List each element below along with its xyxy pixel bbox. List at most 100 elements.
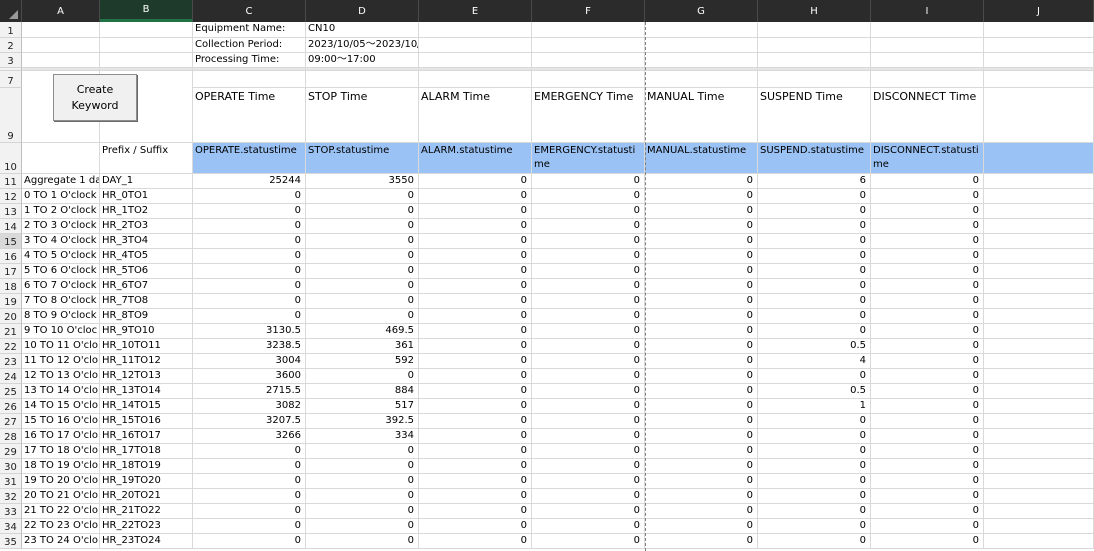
row-keyword-cell[interactable]: HR_23TO24 [100, 534, 193, 549]
row-keyword-cell[interactable]: HR_17TO18 [100, 444, 193, 459]
row-keyword-cell[interactable]: DAY_1 [100, 174, 193, 189]
row-keyword-cell[interactable]: HR_16TO17 [100, 429, 193, 444]
row-header-26[interactable]: 26 [0, 399, 22, 414]
value-cell-h[interactable]: 0.5 [758, 339, 871, 354]
value-cell-e[interactable]: 0 [419, 189, 532, 204]
value-cell-c[interactable]: 0 [193, 204, 306, 219]
header-cell-d[interactable]: STOP Time [306, 88, 419, 143]
header-cell-f[interactable]: EMERGENCY Time [532, 88, 645, 143]
value-cell-e[interactable]: 0 [419, 354, 532, 369]
keyword-cell-e[interactable]: ALARM.statustime [419, 143, 532, 174]
value-cell-h[interactable]: 0 [758, 219, 871, 234]
value-cell-i[interactable]: 0 [871, 399, 984, 414]
row-header-18[interactable]: 18 [0, 279, 22, 294]
value-cell-h[interactable]: 0 [758, 429, 871, 444]
value-cell-i[interactable]: 0 [871, 249, 984, 264]
row-keyword-cell[interactable]: HR_1TO2 [100, 204, 193, 219]
value-cell-f[interactable]: 0 [532, 399, 645, 414]
value-cell-f[interactable]: 0 [532, 534, 645, 549]
value-cell-i[interactable]: 0 [871, 534, 984, 549]
row7-cell-c[interactable] [193, 71, 306, 88]
value-cell-h[interactable]: 0 [758, 414, 871, 429]
value-cell-f[interactable]: 0 [532, 309, 645, 324]
value-cell-e[interactable]: 0 [419, 174, 532, 189]
value-cell-f[interactable]: 0 [532, 219, 645, 234]
value-cell-d[interactable]: 0 [306, 234, 419, 249]
value-cell-i[interactable]: 0 [871, 294, 984, 309]
row-label-cell[interactable]: 1 TO 2 O'clock [22, 204, 100, 219]
value-cell-i[interactable]: 0 [871, 324, 984, 339]
header-cell-h[interactable]: SUSPEND Time [758, 88, 871, 143]
row7-cell-j[interactable] [984, 71, 1094, 88]
value-cell-g[interactable]: 0 [645, 249, 758, 264]
value-cell-i[interactable]: 0 [871, 429, 984, 444]
value-cell-g[interactable]: 0 [645, 264, 758, 279]
value-cell-e[interactable]: 0 [419, 219, 532, 234]
row-1-cell-h[interactable] [758, 22, 871, 38]
row-header-3[interactable]: 3 [0, 53, 22, 68]
value-cell-d[interactable]: 3550 [306, 174, 419, 189]
value-cell-e[interactable]: 0 [419, 249, 532, 264]
keyword-cell-i[interactable]: DISCONNECT.statustime [871, 143, 984, 174]
value-cell-h[interactable]: 0 [758, 234, 871, 249]
row-label-cell[interactable]: Aggregate 1 da [22, 174, 100, 189]
value-cell-f[interactable]: 0 [532, 174, 645, 189]
value-cell-j[interactable] [984, 204, 1094, 219]
row-2-cell-e[interactable] [419, 38, 532, 53]
value-cell-j[interactable] [984, 189, 1094, 204]
row7-cell-i[interactable] [871, 71, 984, 88]
value-cell-j[interactable] [984, 354, 1094, 369]
value-cell-d[interactable]: 0 [306, 189, 419, 204]
value-cell-h[interactable]: 0 [758, 309, 871, 324]
value-cell-j[interactable] [984, 234, 1094, 249]
row-header-15[interactable]: 15 [0, 234, 22, 249]
column-header-a[interactable]: A [22, 0, 100, 22]
value-cell-c[interactable]: 0 [193, 504, 306, 519]
value-cell-g[interactable]: 0 [645, 459, 758, 474]
header-cell-j[interactable] [984, 88, 1094, 143]
row-label-cell[interactable]: 18 TO 19 O'clo [22, 459, 100, 474]
value-cell-g[interactable]: 0 [645, 219, 758, 234]
keyword-cell-c[interactable]: OPERATE.statustime [193, 143, 306, 174]
value-cell-i[interactable]: 0 [871, 519, 984, 534]
value-cell-d[interactable]: 0 [306, 444, 419, 459]
value-cell-e[interactable]: 0 [419, 459, 532, 474]
value-cell-i[interactable]: 0 [871, 369, 984, 384]
value-cell-c[interactable]: 3238.5 [193, 339, 306, 354]
value-cell-g[interactable]: 0 [645, 519, 758, 534]
value-cell-d[interactable]: 0 [306, 519, 419, 534]
value-cell-c[interactable]: 0 [193, 489, 306, 504]
value-cell-f[interactable]: 0 [532, 189, 645, 204]
value-cell-f[interactable]: 0 [532, 354, 645, 369]
row-keyword-cell[interactable]: HR_0TO1 [100, 189, 193, 204]
row-keyword-cell[interactable]: HR_19TO20 [100, 474, 193, 489]
value-cell-e[interactable]: 0 [419, 324, 532, 339]
row-2-cell-b[interactable] [100, 38, 193, 53]
value-cell-g[interactable]: 0 [645, 234, 758, 249]
row-keyword-cell[interactable]: HR_21TO22 [100, 504, 193, 519]
header-cell-i[interactable]: DISCONNECT Time [871, 88, 984, 143]
value-cell-j[interactable] [984, 309, 1094, 324]
value-cell-h[interactable]: 0 [758, 264, 871, 279]
row-header-13[interactable]: 13 [0, 204, 22, 219]
value-cell-h[interactable]: 0 [758, 204, 871, 219]
row-keyword-cell[interactable]: HR_6TO7 [100, 279, 193, 294]
row-keyword-cell[interactable]: HR_12TO13 [100, 369, 193, 384]
value-cell-j[interactable] [984, 504, 1094, 519]
row-label-cell[interactable]: 12 TO 13 O'clo [22, 369, 100, 384]
value-cell-e[interactable]: 0 [419, 429, 532, 444]
value-cell-f[interactable]: 0 [532, 459, 645, 474]
value-cell-d[interactable]: 517 [306, 399, 419, 414]
row-1-cell-i[interactable] [871, 22, 984, 38]
column-header-h[interactable]: H [758, 0, 871, 22]
row-label-cell[interactable]: 9 TO 10 O'cloc [22, 324, 100, 339]
row-2-cell-g[interactable] [645, 38, 758, 53]
value-cell-g[interactable]: 0 [645, 414, 758, 429]
value-cell-d[interactable]: 0 [306, 249, 419, 264]
row-header-32[interactable]: 32 [0, 489, 22, 504]
row-header-35[interactable]: 35 [0, 534, 22, 549]
row-header-33[interactable]: 33 [0, 504, 22, 519]
value-cell-j[interactable] [984, 534, 1094, 549]
row-2-cell-h[interactable] [758, 38, 871, 53]
value-cell-c[interactable]: 0 [193, 189, 306, 204]
